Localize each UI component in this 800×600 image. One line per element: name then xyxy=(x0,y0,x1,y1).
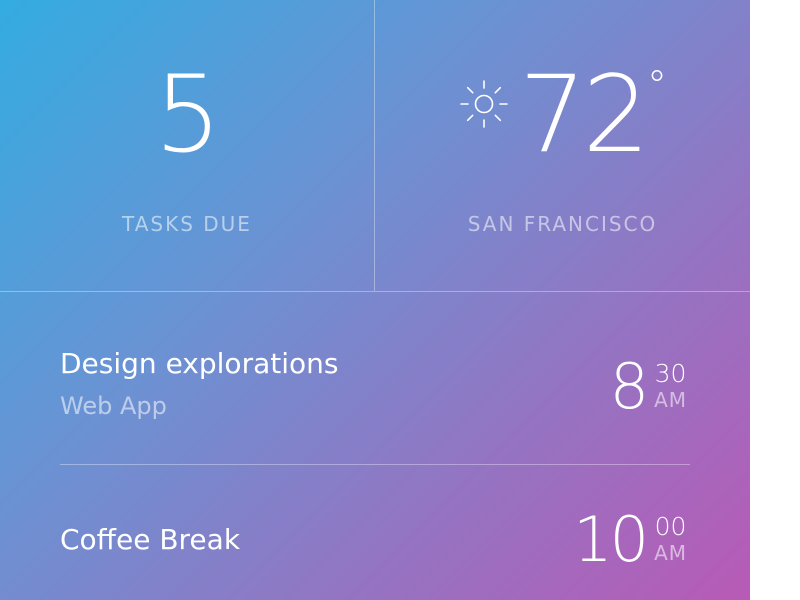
dashboard-panel: 5 TASKS DUE 72 ° SAN FRANCISCO Design ex… xyxy=(0,0,750,600)
event-item[interactable]: Coffee Break 10 00 AM xyxy=(60,465,690,600)
weather-city-label: SAN FRANCISCO xyxy=(467,212,658,236)
sun-icon xyxy=(460,80,508,128)
tasks-due-tile[interactable]: 5 TASKS DUE xyxy=(0,0,374,291)
event-time-hour: 10 xyxy=(573,503,649,576)
tasks-due-count: 5 xyxy=(154,53,221,176)
event-time-side: 30 AM xyxy=(654,352,687,413)
event-time-ampm: AM xyxy=(654,541,687,565)
event-time-ampm: AM xyxy=(654,388,687,412)
event-time-hour: 8 xyxy=(609,350,649,423)
weather-tile[interactable]: 72 ° SAN FRANCISCO xyxy=(375,0,750,291)
event-title: Coffee Break xyxy=(60,523,241,556)
right-margin xyxy=(750,0,800,600)
tasks-due-label: TASKS DUE xyxy=(122,212,252,236)
event-subtitle: Web App xyxy=(60,392,167,420)
event-time: 8 30 AM xyxy=(610,352,687,432)
event-time-minutes: 00 xyxy=(654,512,687,541)
weather-temperature-group: 72 ° xyxy=(457,60,687,175)
event-title: Design explorations xyxy=(60,347,339,380)
event-time: 10 00 AM xyxy=(573,505,687,585)
weather-degree-symbol: ° xyxy=(647,63,667,109)
event-time-minutes: 30 xyxy=(654,359,687,388)
event-time-side: 00 AM xyxy=(654,505,687,566)
weather-temperature: 72 xyxy=(519,53,650,176)
event-item[interactable]: Design explorations Web App 8 30 AM xyxy=(60,292,690,464)
